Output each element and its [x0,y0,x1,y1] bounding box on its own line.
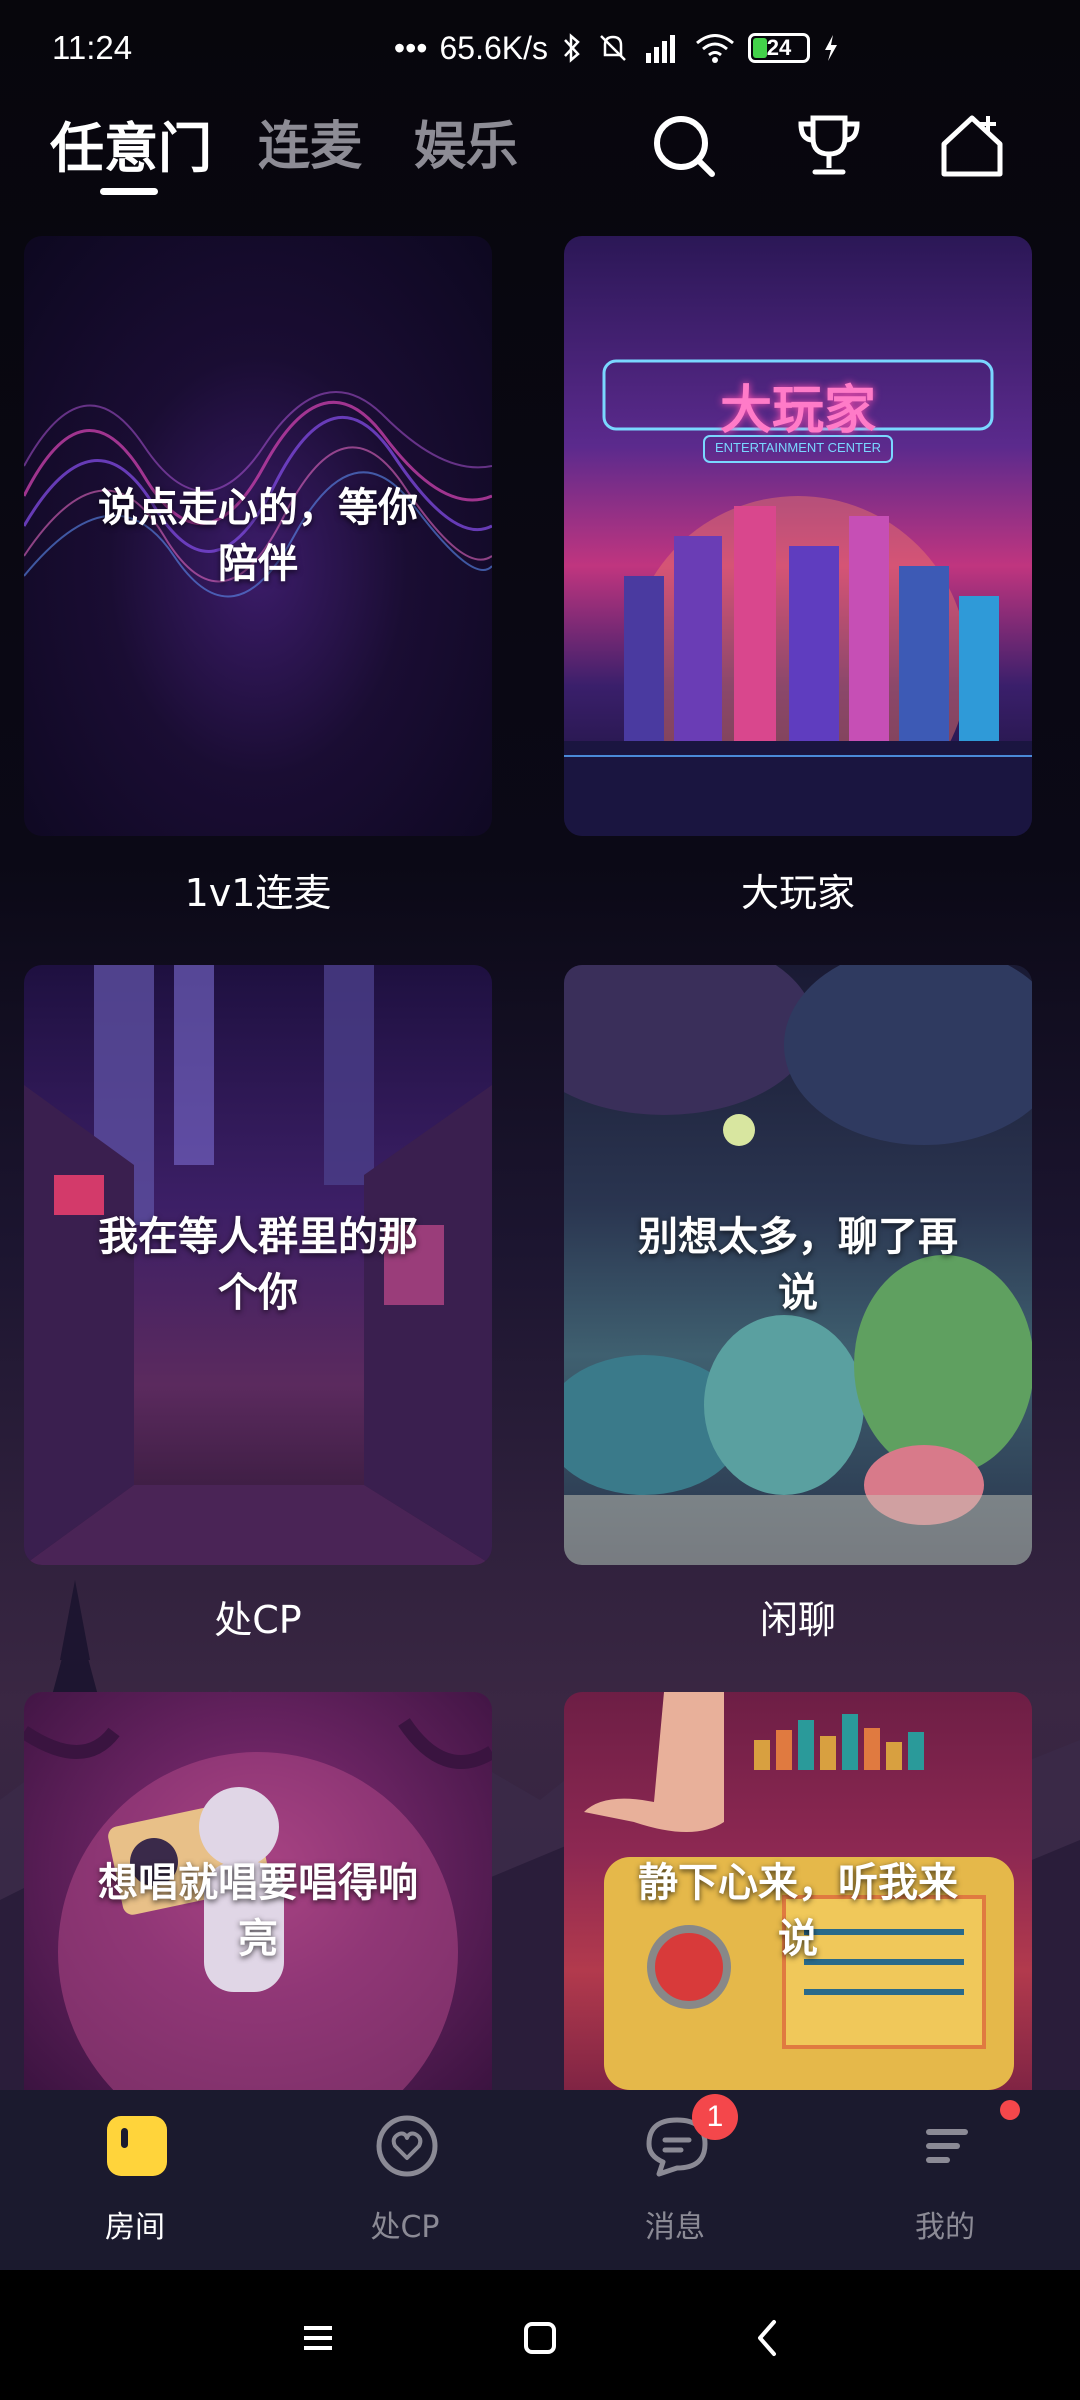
room-icon [107,2116,167,2176]
status-time: 11:24 [52,29,133,66]
trophy-icon[interactable] [793,110,865,182]
battery-icon: 24 [748,33,810,63]
charging-icon [825,35,837,61]
room-card-dawanjia[interactable]: 大玩家 ENTERTAINMENT CENTER [564,236,1032,836]
tab-lianmai[interactable]: 连麦 [258,104,362,179]
nav-label-chucp: 处CP [370,2210,440,2245]
dawanjia-logo-text: 大玩家 [719,381,876,441]
battery-level: 24 [766,35,792,60]
active-tab-indicator [100,188,158,195]
search-icon[interactable] [648,110,720,182]
card-overlay-text: 想唱就唱要唱得响亮 [98,1859,418,1962]
recent-apps-icon[interactable] [290,2310,346,2366]
card-overlay-text: 说点走心的，等你陪伴 [98,485,418,587]
message-badge: 1 [692,2094,738,2140]
room-card-listen[interactable]: 静下心来，听我来说 [564,1692,1032,2090]
bluetooth-icon [564,33,580,63]
city-illustration [564,359,1032,836]
signal-icon [646,35,675,63]
home-icon[interactable] [512,2310,568,2366]
status-bar: 11:24 ••• 65.6K/s 24 [0,0,1080,96]
card-title[interactable]: 1v1连麦 [24,862,492,917]
nav-item-room[interactable]: 房间 [0,2090,270,2270]
nav-item-profile[interactable]: 我的 [810,2090,1080,2270]
card-overlay-text: 静下心来，听我来说 [638,1859,958,1962]
room-card-sing[interactable]: 想唱就唱要唱得响亮 [24,1692,492,2090]
nav-label-messages: 消息 [645,2210,705,2245]
profile-menu-icon [926,2129,968,2163]
nav-item-messages[interactable]: 1 消息 [540,2090,810,2270]
status-icons: ••• 65.6K/s 24 [394,30,840,67]
dawanjia-logo-subtext: ENTERTAINMENT CENTER [714,440,882,455]
top-bar: 任意门 连麦 娱乐 [0,96,1080,208]
bottom-navigation: 房间 处CP 1 消息 我的 [0,2090,1080,2270]
room-card-xianliao[interactable]: 别想太多，聊了再说 [564,965,1032,1565]
system-navigation-bar [0,2270,1080,2400]
home-plus-icon[interactable] [936,110,1008,182]
tab-renyimen[interactable]: 任意门 [50,104,212,183]
nav-label-room: 房间 [105,2210,165,2245]
wifi-icon [696,34,734,63]
tab-yule[interactable]: 娱乐 [414,104,518,179]
card-overlay-text: 我在等人群里的那个你 [98,1214,418,1316]
mute-icon [600,35,626,61]
more-dots-icon: ••• [393,29,428,66]
notification-dot [1000,2100,1020,2120]
card-title[interactable]: 处CP [24,1589,492,1644]
card-title[interactable]: 闲聊 [564,1589,1032,1644]
room-card-1v1[interactable]: 说点走心的，等你陪伴 [24,236,492,836]
card-overlay-text: 别想太多，聊了再说 [638,1214,958,1316]
card-title[interactable]: 大玩家 [564,862,1032,917]
nav-item-chucp[interactable]: 处CP [270,2090,540,2270]
network-speed: 65.6K/s [439,29,548,66]
heart-chat-icon [376,2115,438,2177]
back-icon[interactable] [740,2310,796,2366]
room-card-chucp[interactable]: 我在等人群里的那个你 [24,965,492,1565]
nav-label-profile: 我的 [915,2210,975,2245]
